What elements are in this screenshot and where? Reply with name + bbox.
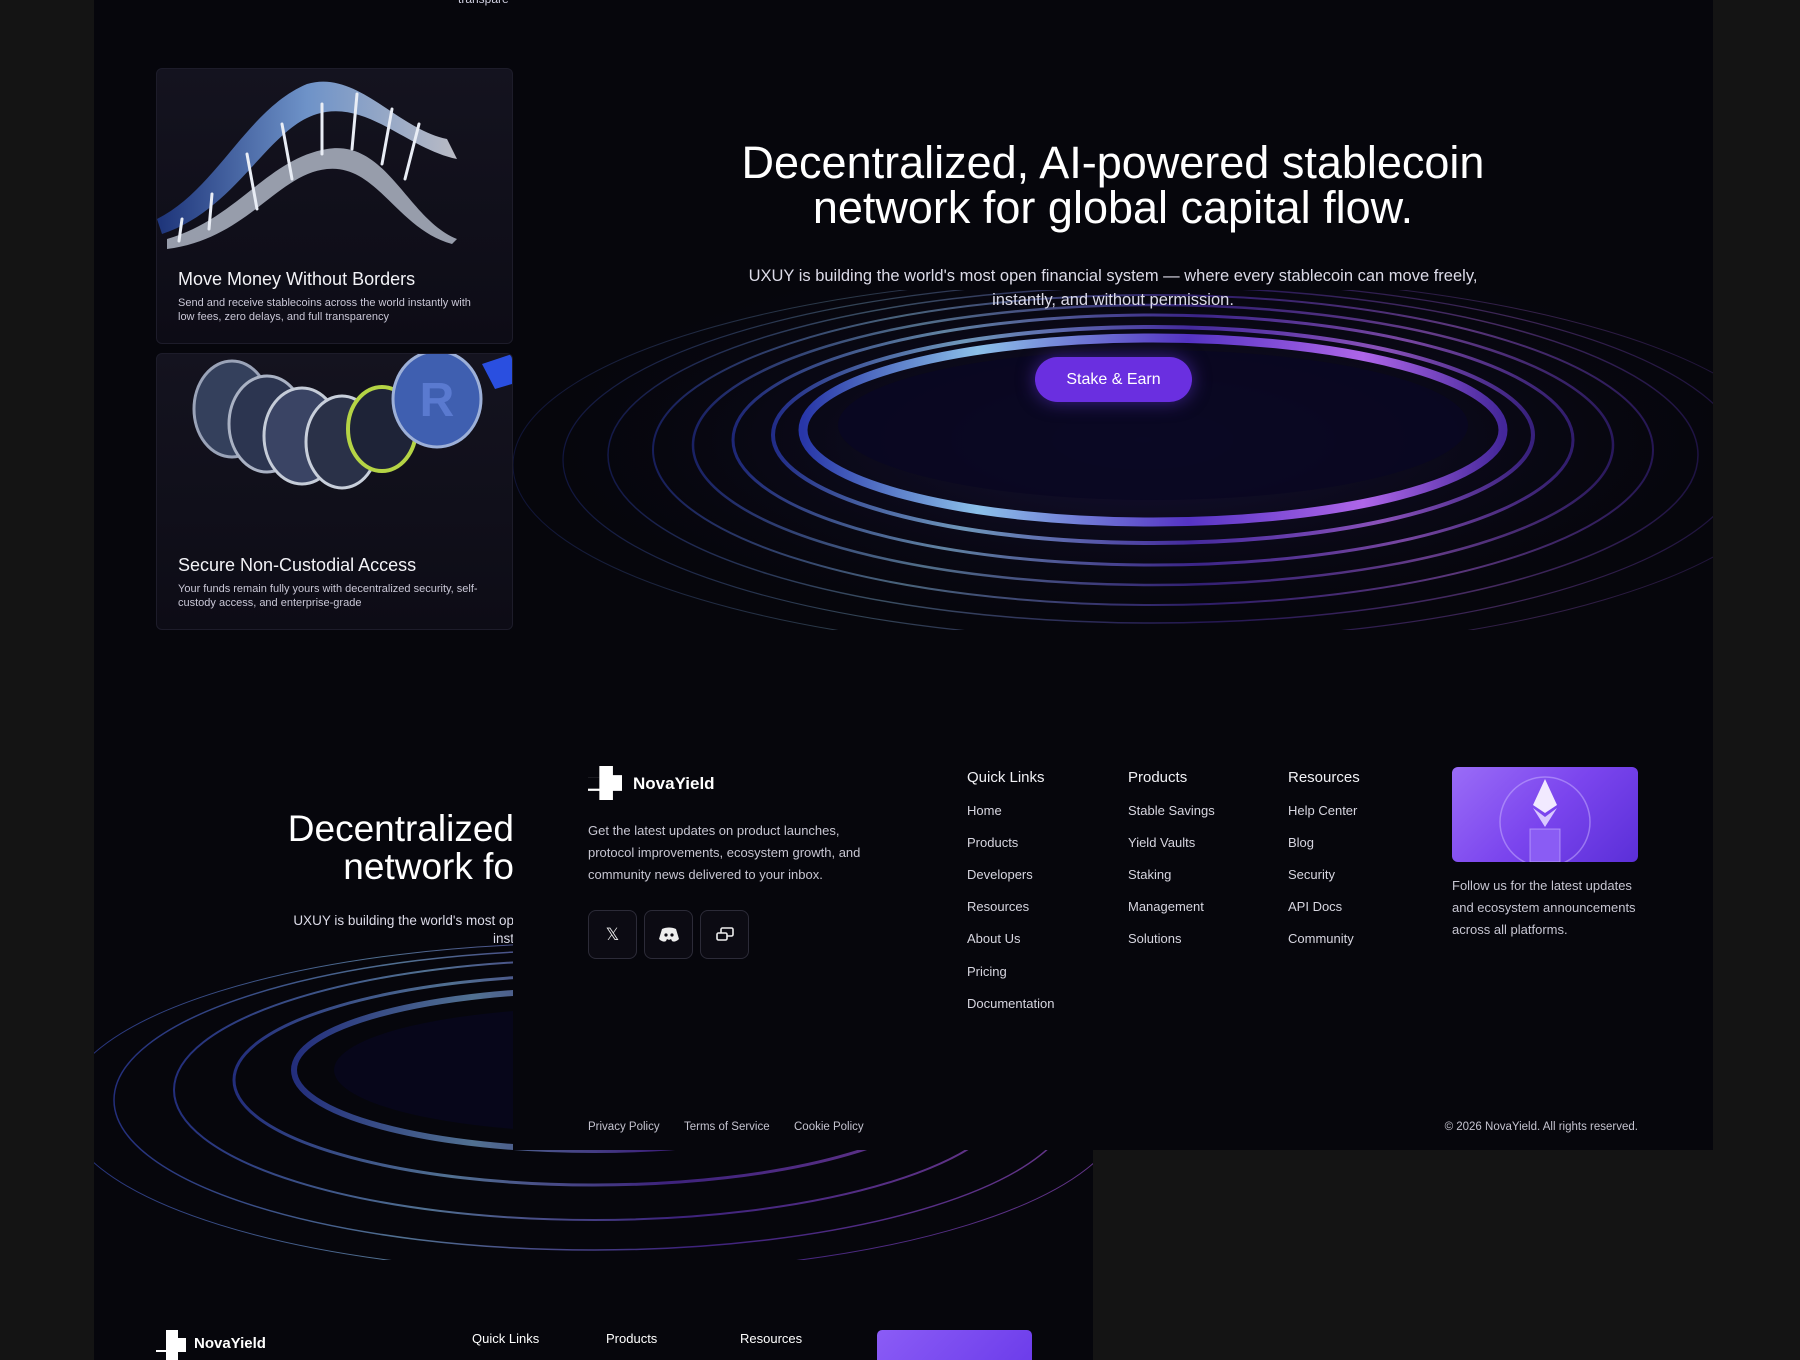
coins-stack-illustration: R [192,354,512,490]
feature-card-security: R Secure Non-Custodial Access Your funds… [156,353,513,630]
torus-graphic [513,290,1713,630]
footer-link-security[interactable]: Security [1288,867,1335,882]
feature-card-borders: Move Money Without Borders Send and rece… [156,68,513,344]
newsletter-text: Get the latest updates on product launch… [588,823,861,882]
promo-image [1452,767,1638,862]
brand-logo-icon[interactable] [588,766,622,800]
footer-link-management[interactable]: Management [1128,899,1204,914]
back-col-quick-links: Quick Links [472,1331,540,1346]
footer-link-documentation[interactable]: Documentation [967,996,1054,1011]
stake-earn-button[interactable]: Stake & Earn [1035,357,1192,402]
footer-link-resources[interactable]: Resources [967,899,1029,914]
hero-subtitle-line2: instantly, and without permission. [992,291,1234,309]
footer-link-products[interactable]: Products [967,835,1018,850]
footer-link-about-us[interactable]: About Us [967,931,1020,946]
footer-link-home[interactable]: Home [967,803,1002,818]
partial-hero-title-line1: Decentralized [287,808,514,849]
footer-link-solutions[interactable]: Solutions [1128,931,1181,946]
hero-subtitle: UXUY is building the world's most open f… [713,264,1513,312]
front-page: Decentralized, AI-powered stablecoin net… [513,0,1713,1150]
col-heading-resources: Resources [1288,769,1360,786]
x-icon: 𝕏 [605,924,620,944]
discord-social-button[interactable] [644,910,693,959]
partial-hero-title: Decentralized network fo [94,810,514,886]
promo-text: Follow us for the latest updates and eco… [1452,878,1636,937]
footer-link-yield-vaults[interactable]: Yield Vaults [1128,835,1195,850]
footer-link-community[interactable]: Community [1288,931,1354,946]
footer-link-developers[interactable]: Developers [967,867,1033,882]
discord-icon [658,927,679,942]
col-heading-quick-links: Quick Links [967,769,1045,786]
hero-subtitle-line1: UXUY is building the world's most open f… [748,267,1478,285]
card-description: Send and receive stablecoins across the … [178,297,471,323]
card-description: Your funds remain fully yours with decen… [178,583,478,609]
privacy-policy-link[interactable]: Privacy Policy [588,1121,660,1133]
hero-title-line1: Decentralized, AI-powered stablecoin [741,137,1485,188]
card-title: Secure Non-Custodial Access [178,555,417,575]
footer-link-blog[interactable]: Blog [1288,835,1314,850]
partial-hero-title-line2: network fo [343,846,514,887]
x-social-button[interactable]: 𝕏 [588,910,637,959]
cookie-policy-link[interactable]: Cookie Policy [794,1121,864,1133]
brand-name: NovaYield [633,774,715,793]
top-text-fragment: transpare [458,0,509,6]
back-logo-icon [156,1330,186,1360]
footer-link-stable-savings[interactable]: Stable Savings [1128,803,1215,818]
back-promo-image [877,1330,1032,1360]
footer-link-help-center[interactable]: Help Center [1288,803,1357,818]
back-col-resources: Resources [740,1331,803,1346]
partial-hero-subtitle-line1: UXUY is building the world's most op [293,913,514,928]
back-col-products: Products [606,1331,658,1346]
footer-link-api-docs[interactable]: API Docs [1288,899,1342,914]
terms-link[interactable]: Terms of Service [684,1121,770,1133]
svg-text:R: R [420,374,455,427]
footer-link-staking[interactable]: Staking [1128,867,1171,882]
back-brand-name: NovaYield [194,1335,266,1352]
chat-icon [715,926,734,941]
card-title: Move Money Without Borders [178,269,416,289]
ethereum-icon [1499,776,1591,862]
copyright: © 2026 NovaYield. All rights reserved. [1444,1121,1638,1133]
chat-social-button[interactable] [700,910,749,959]
col-heading-products: Products [1128,769,1188,786]
footer-link-pricing[interactable]: Pricing [967,964,1007,979]
hero-title: Decentralized, AI-powered stablecoin net… [513,140,1713,230]
hero-title-line2: network for global capital flow. [812,182,1414,233]
dna-ribbon-illustration [157,81,457,249]
